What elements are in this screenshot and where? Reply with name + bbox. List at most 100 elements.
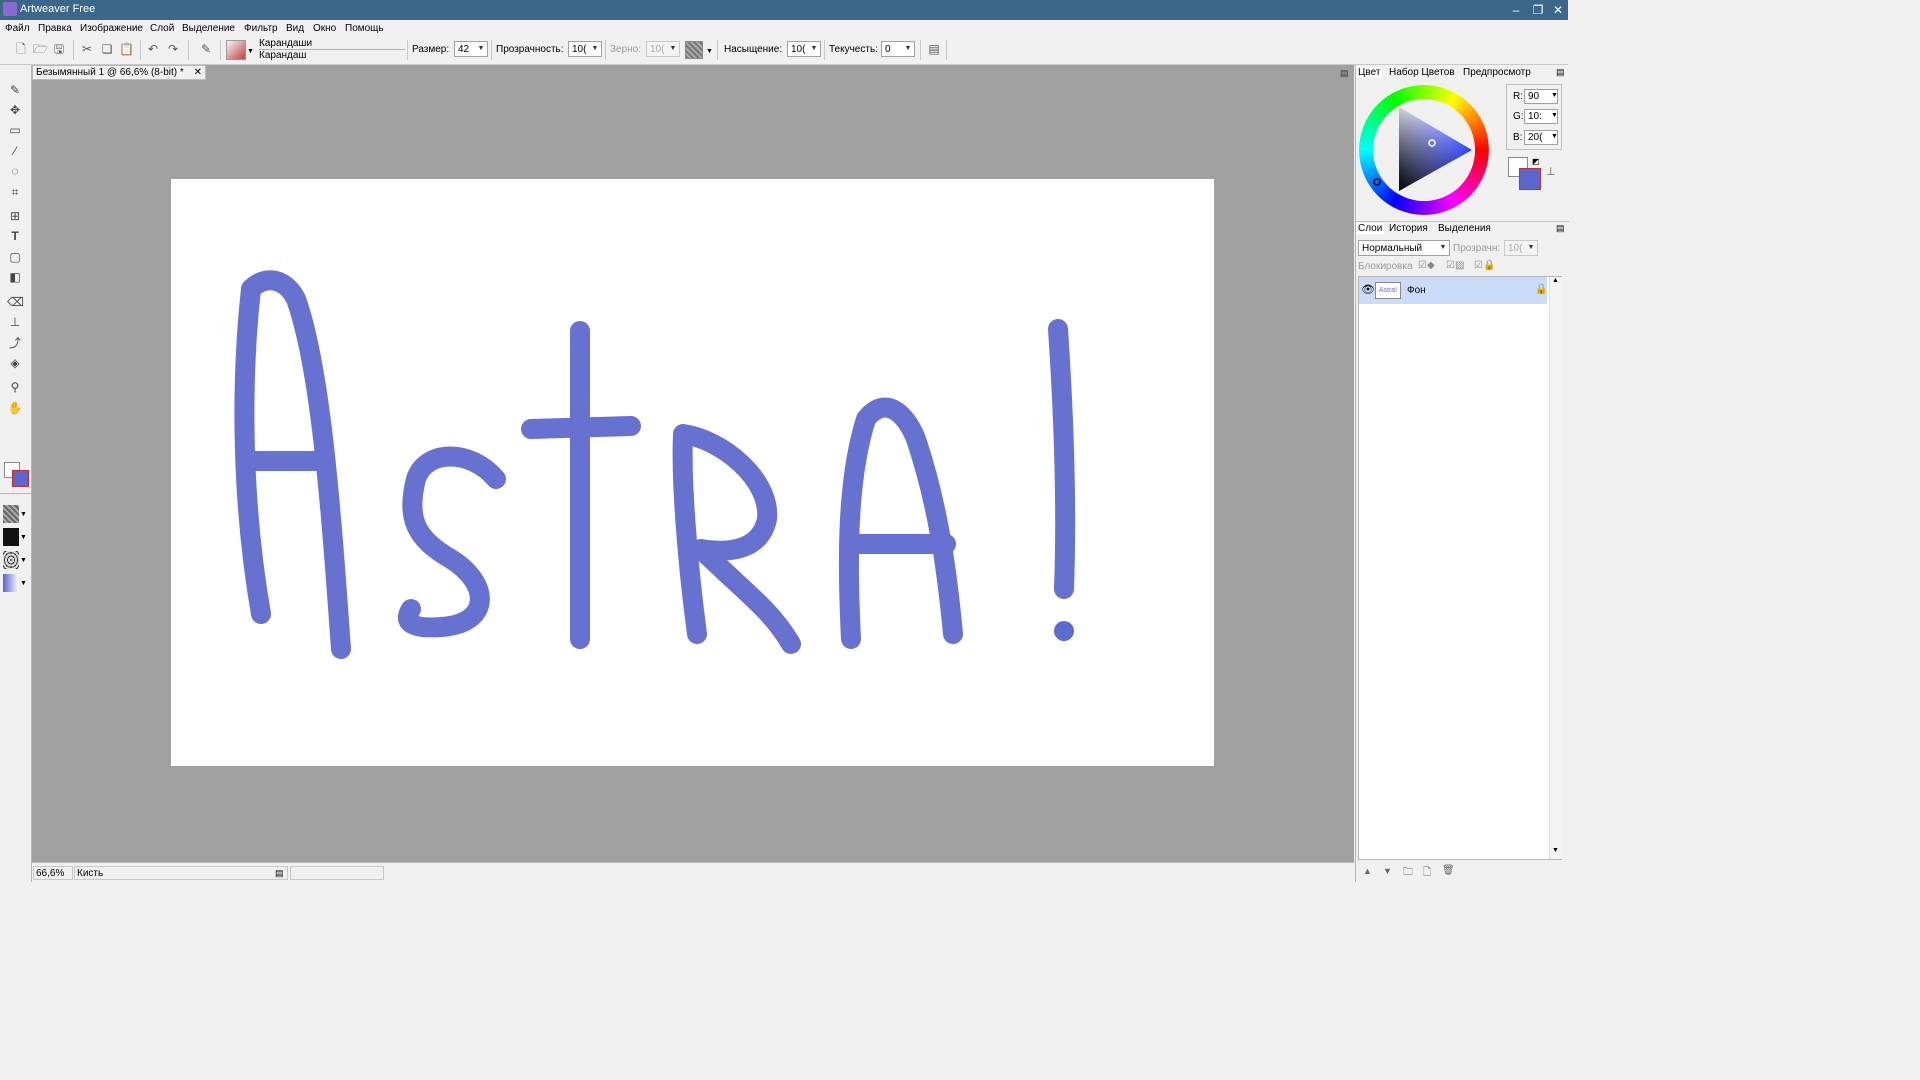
status-menu-icon[interactable]: ▤	[275, 868, 284, 879]
document-tab[interactable]: Безымянный 1 @ 66,6% (8-bit) * ✕	[32, 65, 206, 80]
close-icon[interactable]: ✕	[194, 66, 202, 79]
pattern-swatch[interactable]	[3, 528, 19, 546]
swap-colors-icon[interactable]: ◩	[1532, 157, 1540, 166]
rectangle-select-icon[interactable]: ▭	[7, 122, 23, 138]
chevron-down-icon[interactable]: ▼	[1551, 92, 1558, 99]
lock-image-checkbox[interactable]: ☑▨	[1446, 260, 1464, 271]
tab-color[interactable]: Цвет	[1356, 67, 1383, 78]
layer-row[interactable]: 👁 Astra! Фон 🔒	[1359, 277, 1547, 304]
saturation-combo[interactable]: 10(▼	[787, 41, 821, 57]
text-icon[interactable]: T	[7, 228, 23, 244]
zoom-icon[interactable]: ⚲	[7, 379, 23, 395]
menu-window[interactable]: Окно	[313, 23, 336, 34]
tab-selections[interactable]: Выделения	[1436, 223, 1493, 234]
tab-preview[interactable]: Предпросмотр	[1461, 67, 1533, 78]
lock-transparency-checkbox[interactable]: ☑◆	[1418, 260, 1435, 271]
delete-layer-icon[interactable]: 🗑	[1442, 865, 1455, 876]
brush-preset-dropdown-icon[interactable]: ▼	[247, 48, 254, 55]
hand-icon[interactable]: ✋	[7, 400, 23, 416]
brush-settings-icon[interactable]: ▤	[927, 42, 941, 56]
move-layer-up-icon[interactable]: ▲	[1363, 866, 1372, 876]
panel-menu-icon[interactable]: ▤	[1554, 67, 1567, 78]
lasso-icon[interactable]: ◌	[7, 163, 23, 179]
scroll-down-icon[interactable]: ▼	[1552, 847, 1559, 854]
panel-foreground-swatch[interactable]	[1519, 168, 1541, 190]
brush-tip-swatch[interactable]	[3, 551, 19, 569]
flow-combo[interactable]: 0 ▼	[881, 41, 915, 57]
foreground-color-swatch[interactable]	[12, 470, 29, 487]
shape-icon[interactable]: ▢	[7, 249, 23, 265]
grain-combo[interactable]: 10(▼	[646, 41, 680, 57]
layer-opacity-combo[interactable]: 10(▼	[1504, 240, 1538, 256]
texture-swatch[interactable]	[3, 505, 19, 523]
save-icon[interactable]: 🖫	[52, 42, 66, 56]
chevron-down-icon[interactable]: ▼	[20, 580, 27, 587]
new-group-icon[interactable]: 🗀	[1403, 865, 1413, 882]
menu-help[interactable]: Помощь	[345, 23, 384, 34]
undo-icon[interactable]: ↶	[146, 42, 160, 56]
tab-layers[interactable]: Слои	[1356, 223, 1385, 234]
brush-icon[interactable]: ✎	[7, 82, 23, 98]
layers-scrollbar[interactable]: ▲ ▼	[1549, 277, 1562, 859]
eyedropper-icon[interactable]: ⤴	[7, 335, 23, 351]
stroke-letter-t-bar	[521, 416, 641, 439]
open-file-icon[interactable]: 🗁	[33, 42, 48, 56]
canvas[interactable]	[171, 179, 1214, 766]
canvas-drawing	[234, 270, 1076, 659]
menu-layer[interactable]: Слой	[150, 23, 174, 34]
copy-icon[interactable]: ❏	[100, 42, 114, 56]
gradient-swatch[interactable]	[3, 574, 19, 592]
menu-filter[interactable]: Фильтр	[244, 23, 278, 34]
panel-menu-icon[interactable]: ▤	[1340, 68, 1349, 79]
layer-lock-icon: 🔒	[1535, 284, 1548, 295]
blue-field-row: B: 20( ▼	[1510, 130, 1560, 146]
fill-bucket-icon[interactable]: ◈	[7, 355, 23, 371]
scroll-up-icon[interactable]: ▲	[1552, 277, 1559, 284]
stroke-letter-r	[672, 424, 801, 654]
move-layer-down-icon[interactable]: ▼	[1383, 866, 1392, 876]
eraser-icon[interactable]: ⌫	[7, 294, 24, 310]
chevron-down-icon[interactable]: ▼	[1551, 112, 1558, 119]
restore-button[interactable]: ❐	[1528, 2, 1548, 18]
menu-edit[interactable]: Правка	[38, 23, 72, 34]
magic-wand-icon[interactable]: ⁄	[7, 143, 23, 159]
chevron-down-icon[interactable]: ▼	[20, 534, 27, 541]
chevron-down-icon: ▼	[1439, 244, 1447, 251]
current-tool-readout: Кисть	[74, 866, 288, 880]
minimize-button[interactable]: –	[1506, 2, 1526, 18]
new-layer-icon[interactable]: 🗋	[1423, 865, 1431, 882]
stamp-icon[interactable]: ⊥	[7, 314, 23, 330]
panel-menu-icon[interactable]: ▤	[1554, 223, 1567, 234]
texture-dropdown-icon[interactable]: ▼	[706, 48, 713, 55]
chevron-down-icon[interactable]: ▼	[20, 557, 27, 564]
brush-tool-icon[interactable]: ✎	[199, 42, 213, 56]
brush-preset-icon[interactable]	[226, 40, 246, 60]
color-picker-stamp-icon[interactable]: ⊥	[1546, 165, 1556, 178]
color-wheel[interactable]	[1359, 85, 1489, 215]
menu-image[interactable]: Изображение	[80, 23, 143, 34]
perspective-icon[interactable]: ⊞	[7, 208, 23, 224]
close-button[interactable]: ✕	[1548, 2, 1568, 18]
cut-icon[interactable]: ✂	[80, 42, 94, 56]
texture-icon[interactable]	[685, 41, 703, 59]
tab-history[interactable]: История	[1387, 223, 1430, 234]
lock-all-checkbox[interactable]: ☑🔒	[1474, 260, 1495, 271]
tab-swatches[interactable]: Набор Цветов	[1387, 67, 1457, 78]
eye-icon[interactable]: 👁	[1361, 283, 1375, 296]
move-icon[interactable]: ✥	[7, 102, 23, 118]
menu-view[interactable]: Вид	[286, 23, 304, 34]
chevron-down-icon[interactable]: ▼	[20, 511, 27, 518]
size-label: Размер:	[412, 44, 450, 55]
menu-selection[interactable]: Выделение	[182, 23, 235, 34]
opacity-combo[interactable]: 10(▼	[568, 41, 602, 57]
chevron-down-icon[interactable]: ▼	[1551, 133, 1558, 140]
gradient-icon[interactable]: ◧	[7, 269, 23, 285]
new-file-icon[interactable]: 🗋	[14, 42, 28, 56]
size-combo[interactable]: 42 ▼	[454, 41, 488, 57]
blend-mode-combo[interactable]: Нормальный ▼	[1358, 240, 1450, 256]
paste-icon[interactable]: 📋	[119, 42, 134, 56]
menu-file[interactable]: Файл	[5, 23, 30, 34]
crop-icon[interactable]: ⌗	[7, 184, 23, 200]
status-bar: 66,6% Кисть ▤	[32, 862, 1354, 883]
redo-icon[interactable]: ↷	[166, 42, 180, 56]
